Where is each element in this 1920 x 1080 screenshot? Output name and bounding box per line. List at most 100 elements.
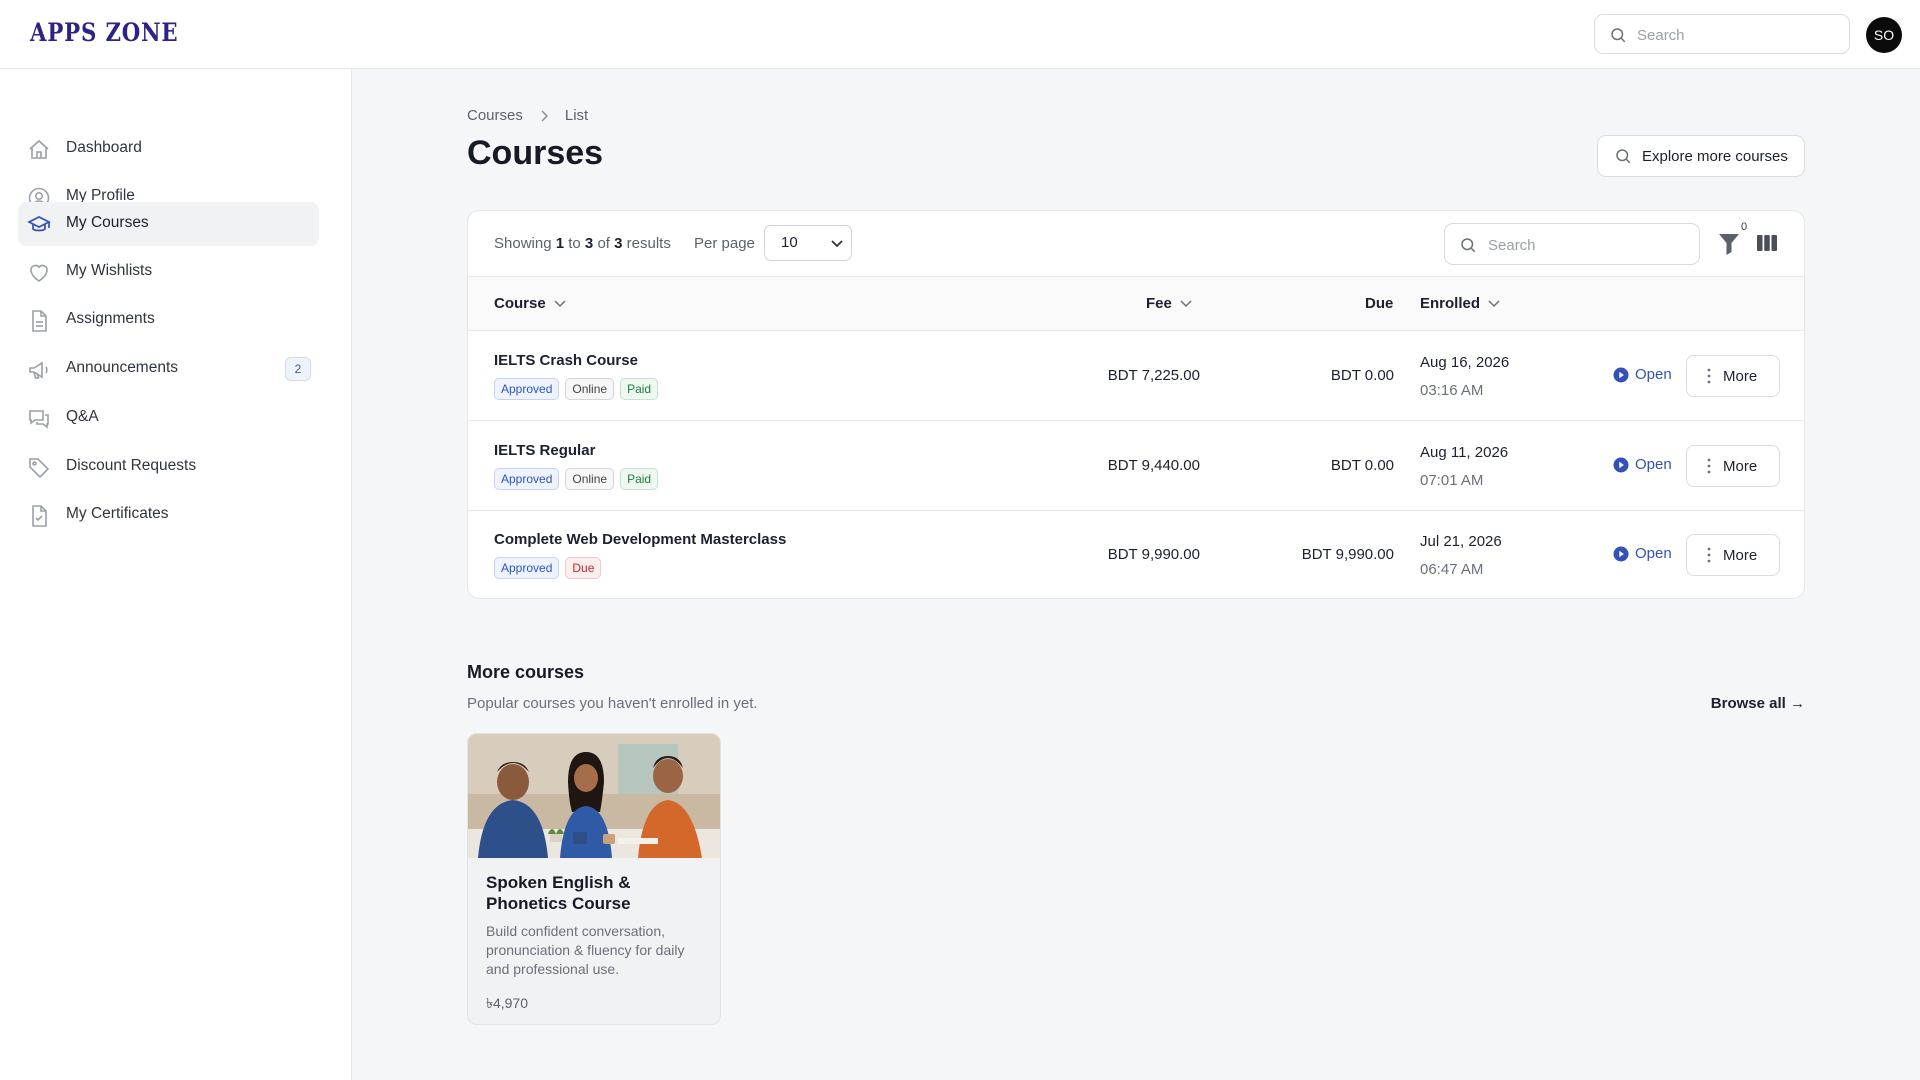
course-name[interactable]: IELTS Crash Course [494, 352, 638, 369]
filter-count-badge: 0 [1741, 221, 1748, 233]
results-of-word: of [597, 235, 610, 252]
more-actions-button[interactable]: More [1686, 355, 1780, 397]
tag-icon [29, 458, 50, 479]
courses-table-card: Showing 1 to 3 of 3 results Per page 10 … [467, 210, 1805, 599]
sidebar-item-label: Discount Requests [66, 457, 197, 474]
status-badge: Approved [494, 468, 560, 490]
course-name[interactable]: Complete Web Development Masterclass [494, 531, 786, 548]
sidebar-item-assignments[interactable]: Assignments [18, 298, 319, 342]
play-circle-icon [1613, 546, 1629, 561]
enrolled-time: 07:01 AM [1420, 472, 1484, 489]
course-fee: BDT 9,440.00 [1107, 457, 1200, 474]
chevron-right-icon [541, 109, 548, 122]
certificate-icon [32, 505, 47, 527]
sidebar-item-label: Assignments [66, 310, 155, 327]
course-card[interactable]: Spoken English & Phonetics Course Build … [467, 733, 721, 1025]
sidebar-item-label: Q&A [66, 408, 99, 425]
course-due: BDT 9,990.00 [1301, 546, 1394, 563]
announcements-count-badge: 2 [285, 357, 311, 381]
app-logo[interactable]: APPS ZONE [30, 18, 178, 47]
per-page-label: Per page [694, 235, 755, 252]
heart-icon [30, 264, 48, 282]
table-row: IELTS Regular Approved Online Paid BDT 9… [468, 422, 1804, 511]
chevron-down-icon [831, 240, 843, 248]
results-total: 3 [614, 235, 623, 252]
more-label: More [1723, 546, 1758, 564]
chat-bubbles-icon [29, 410, 49, 429]
sort-chevron-icon [554, 299, 566, 307]
more-actions-button[interactable]: More [1686, 445, 1780, 487]
column-header-label: Due [1365, 295, 1394, 312]
status-badge: Approved [494, 557, 560, 579]
search-icon [1611, 28, 1626, 43]
mode-badge: Online [565, 378, 615, 400]
mode-badge: Online [565, 468, 615, 490]
more-courses-title: More courses [467, 662, 585, 682]
play-circle-icon [1613, 367, 1629, 382]
browse-all-link[interactable]: Browse all → [1711, 695, 1805, 712]
course-card-price: ৳4,970 [486, 995, 529, 1011]
sidebar-item-label: Dashboard [66, 139, 142, 156]
global-search[interactable] [1594, 14, 1850, 54]
course-fee: BDT 7,225.00 [1107, 367, 1200, 384]
more-label: More [1723, 457, 1758, 475]
per-page-select[interactable]: 10 [764, 225, 852, 261]
results-from: 1 [555, 235, 565, 252]
more-actions-button[interactable]: More [1686, 534, 1780, 576]
course-tags: Approved Online Paid [494, 378, 659, 400]
search-icon [1616, 149, 1631, 164]
avatar[interactable]: SO [1866, 17, 1902, 53]
explore-more-courses-button[interactable]: Explore more courses [1597, 135, 1805, 177]
sort-chevron-icon [1180, 299, 1192, 307]
document-icon [32, 310, 47, 332]
course-card-title: Spoken English & Phonetics Course [486, 873, 631, 913]
more-courses-subtitle: Popular courses you haven't enrolled in … [467, 695, 758, 712]
course-thumbnail-image [468, 734, 720, 858]
column-header-label: Fee [1146, 295, 1172, 312]
status-badge: Approved [494, 378, 560, 400]
course-tags: Approved Online Paid [494, 468, 659, 490]
column-header-label: Course [494, 295, 546, 312]
open-course-link[interactable]: Open [1613, 545, 1672, 562]
enrolled-date: Aug 11, 2026 [1420, 444, 1509, 461]
table-row: IELTS Crash Course Approved Online Paid … [468, 332, 1804, 421]
vertical-dots-icon [1707, 458, 1711, 474]
global-search-input[interactable] [1637, 23, 1837, 47]
home-icon [29, 139, 49, 159]
column-header-course[interactable]: Course [494, 295, 566, 312]
more-label: More [1723, 367, 1758, 385]
results-summary: Showing 1 to 3 of 3 results [494, 235, 671, 252]
payment-badge: Paid [620, 378, 659, 400]
table-search[interactable] [1444, 223, 1700, 265]
sidebar-item-qa[interactable]: Q&A [18, 396, 319, 440]
sidebar-item-announcements[interactable]: Announcements 2 [18, 347, 319, 391]
column-header-fee[interactable]: Fee [1146, 295, 1192, 312]
sidebar-item-label: Announcements [66, 359, 179, 376]
results-suffix: results [626, 235, 671, 252]
filter-icon[interactable] [1717, 231, 1741, 257]
graduation-cap-icon [27, 216, 51, 232]
course-name[interactable]: IELTS Regular [494, 442, 595, 459]
table-search-input[interactable] [1488, 233, 1688, 257]
breadcrumb-courses-link[interactable]: Courses [467, 107, 523, 124]
breadcrumb-current: List [564, 107, 589, 124]
sidebar-item-my-wishlists[interactable]: My Wishlists [18, 250, 319, 294]
sort-chevron-icon [1488, 299, 1500, 307]
open-label: Open [1635, 545, 1672, 562]
sidebar-item-my-certificates[interactable]: My Certificates [18, 493, 319, 537]
sidebar-item-discount-requests[interactable]: Discount Requests [18, 445, 319, 489]
results-to-word: to [568, 235, 581, 252]
sidebar-item-dashboard[interactable]: Dashboard [18, 127, 319, 171]
vertical-dots-icon [1707, 368, 1711, 384]
open-label: Open [1635, 456, 1672, 473]
column-header-enrolled[interactable]: Enrolled [1420, 295, 1500, 312]
course-due: BDT 0.00 [1330, 457, 1394, 474]
enrolled-date: Aug 16, 2026 [1420, 354, 1510, 371]
sidebar-item-label: My Wishlists [66, 262, 153, 279]
course-card-description: Build confident conversation, pronunciat… [486, 923, 685, 977]
open-course-link[interactable]: Open [1613, 366, 1672, 383]
sidebar-item-my-courses[interactable]: My Courses [18, 202, 319, 246]
search-icon [1461, 238, 1476, 253]
open-course-link[interactable]: Open [1613, 456, 1672, 473]
columns-toggle-icon[interactable] [1756, 233, 1778, 253]
